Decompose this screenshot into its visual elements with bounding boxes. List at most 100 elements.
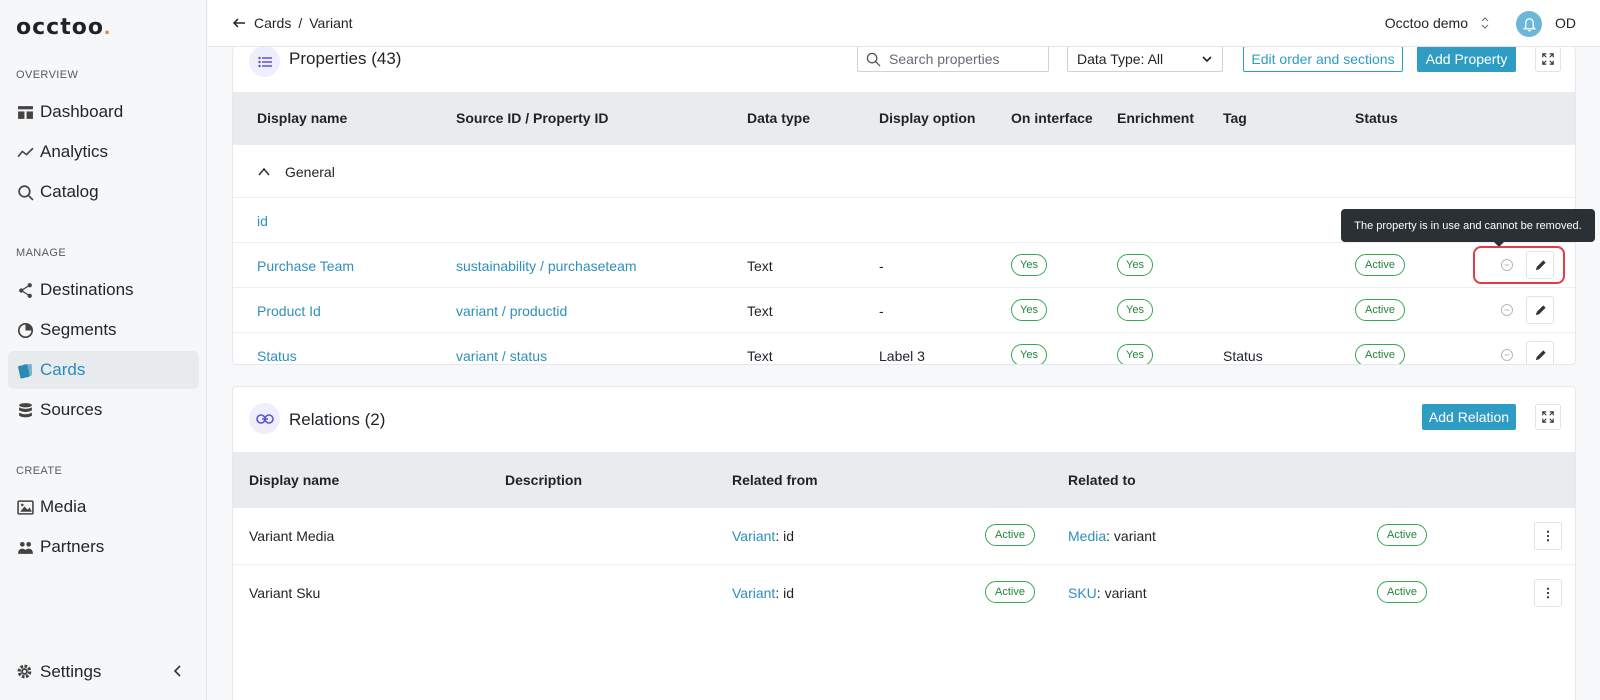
org-switcher[interactable]: Occtoo demo <box>1385 15 1490 31</box>
expand-relations-button[interactable] <box>1535 404 1561 430</box>
related-to-link[interactable]: Media <box>1068 528 1106 544</box>
property-tag: Status <box>1223 348 1263 364</box>
sidebar-item-catalog[interactable]: Catalog <box>8 173 199 211</box>
top-bar: Cards / Variant Occtoo demo OD <box>208 0 1600 47</box>
sidebar-item-dashboard[interactable]: Dashboard <box>8 93 199 131</box>
sidebar-item-cards[interactable]: Cards <box>8 351 199 389</box>
database-icon <box>16 401 34 419</box>
related-to: SKU: variant <box>1068 585 1147 601</box>
chevron-up-icon[interactable] <box>257 165 271 179</box>
sidebar-item-settings[interactable]: Settings <box>8 654 199 690</box>
table-row: Purchase Team sustainability / purchaset… <box>233 242 1575 287</box>
gear-icon <box>16 663 34 681</box>
back-arrow-icon[interactable] <box>232 16 246 30</box>
remove-disabled-tooltip: The property is in use and cannot be rem… <box>1341 209 1595 247</box>
occtoo-logo[interactable]: occtoo. <box>16 14 111 40</box>
search-properties-field[interactable] <box>889 51 1039 67</box>
logo-text: occtoo <box>16 14 104 40</box>
breadcrumb-cards[interactable]: Cards <box>254 15 291 31</box>
property-source-link[interactable]: variant / productid <box>456 303 567 319</box>
sidebar-item-sources[interactable]: Sources <box>8 391 199 429</box>
data-type-value: Data Type: All <box>1077 51 1164 67</box>
on-interface-badge: Yes <box>1011 344 1047 364</box>
relations-table-header: Display name Description Related from Re… <box>233 452 1575 508</box>
enrichment-badge: Yes <box>1117 299 1153 321</box>
related-to-link[interactable]: SKU <box>1068 585 1097 601</box>
related-from-link[interactable]: Variant <box>732 585 775 601</box>
related-from: Variant: id <box>732 585 794 601</box>
more-options-button[interactable] <box>1534 522 1562 550</box>
column-display-name: Display name <box>249 472 340 488</box>
property-name-link[interactable]: Purchase Team <box>257 258 354 274</box>
sidebar-item-segments[interactable]: Segments <box>8 311 199 349</box>
remove-disabled-icon[interactable] <box>1500 303 1514 317</box>
status-badge: Active <box>1377 581 1427 603</box>
add-relation-button[interactable]: Add Relation <box>1422 404 1516 430</box>
status-badge: Active <box>1355 344 1405 364</box>
remove-disabled-icon[interactable] <box>1500 348 1514 362</box>
status-badge: Active <box>985 524 1035 546</box>
add-property-button[interactable]: Add Property <box>1417 47 1516 72</box>
more-vertical-icon <box>1546 587 1550 599</box>
property-display-option: Label 3 <box>879 348 925 364</box>
search-properties-input[interactable] <box>857 47 1049 72</box>
sidebar-item-label: Analytics <box>40 142 109 161</box>
sidebar-item-label: Media <box>40 497 87 516</box>
status-badge: Active <box>1355 299 1405 321</box>
column-related-from: Related from <box>732 472 818 488</box>
cards-icon <box>16 361 34 379</box>
breadcrumb-separator: / <box>298 15 303 31</box>
pencil-icon <box>1535 349 1546 360</box>
people-icon <box>16 538 34 556</box>
sidebar-item-analytics[interactable]: Analytics <box>8 133 199 171</box>
property-display-option: - <box>879 303 884 319</box>
section-label-overview: OVERVIEW <box>16 69 79 81</box>
status-badge: Active <box>985 581 1035 603</box>
properties-header: Properties (43) Data Type: All Edit orde… <box>233 47 1575 92</box>
sidebar-item-label: Segments <box>40 320 117 339</box>
column-display-option: Display option <box>879 110 976 126</box>
table-row: Status variant / status Text Label 3 Yes… <box>233 332 1575 364</box>
search-icon <box>16 183 34 201</box>
sidebar-item-label: Dashboard <box>40 102 124 121</box>
related-from: Variant: id <box>732 528 794 544</box>
edit-order-button[interactable]: Edit order and sections <box>1243 47 1403 72</box>
column-data-type: Data type <box>747 110 811 126</box>
collapse-sidebar-icon[interactable] <box>171 664 185 678</box>
sidebar-item-partners[interactable]: Partners <box>8 528 199 566</box>
bell-icon <box>1522 17 1536 31</box>
edit-property-button[interactable] <box>1526 341 1554 364</box>
column-related-to: Related to <box>1068 472 1136 488</box>
notifications-button[interactable] <box>1516 11 1542 37</box>
property-source-link[interactable]: sustainability / purchaseteam <box>456 258 637 274</box>
property-name-link[interactable]: Product Id <box>257 303 321 319</box>
enrichment-badge: Yes <box>1117 344 1153 364</box>
data-type-select[interactable]: Data Type: All <box>1067 47 1223 72</box>
property-name-link[interactable]: id <box>257 213 268 229</box>
avatar[interactable]: OD <box>1555 15 1576 31</box>
sidebar-item-media[interactable]: Media <box>8 488 199 526</box>
related-from-field: : id <box>775 528 795 544</box>
properties-table-header: Display name Source ID / Property ID Dat… <box>233 92 1575 145</box>
logo-dot: . <box>103 14 111 39</box>
highlight-annotation <box>1473 246 1565 284</box>
sidebar-item-label: Destinations <box>40 280 134 299</box>
more-options-button[interactable] <box>1534 579 1562 607</box>
property-name-link[interactable]: Status <box>257 348 297 364</box>
search-icon <box>866 52 881 67</box>
sidebar-item-destinations[interactable]: Destinations <box>8 271 199 309</box>
relations-panel: Relations (2) Add Relation Display name … <box>232 386 1576 700</box>
edit-property-button[interactable] <box>1526 296 1554 324</box>
status-badge: Active <box>1355 254 1405 276</box>
property-source-link[interactable]: variant / status <box>456 348 547 364</box>
relations-header: Relations (2) Add Relation <box>233 387 1575 434</box>
related-to-field: : variant <box>1096 585 1147 601</box>
column-description: Description <box>505 472 583 488</box>
property-data-type: Text <box>747 303 773 319</box>
group-row-general[interactable]: General <box>233 145 1575 197</box>
expand-properties-button[interactable] <box>1535 47 1561 72</box>
column-source-id: Source ID / Property ID <box>456 110 609 126</box>
status-badge: Active <box>1377 524 1427 546</box>
related-from-link[interactable]: Variant <box>732 528 775 544</box>
column-on-interface: On interface <box>1011 110 1093 126</box>
